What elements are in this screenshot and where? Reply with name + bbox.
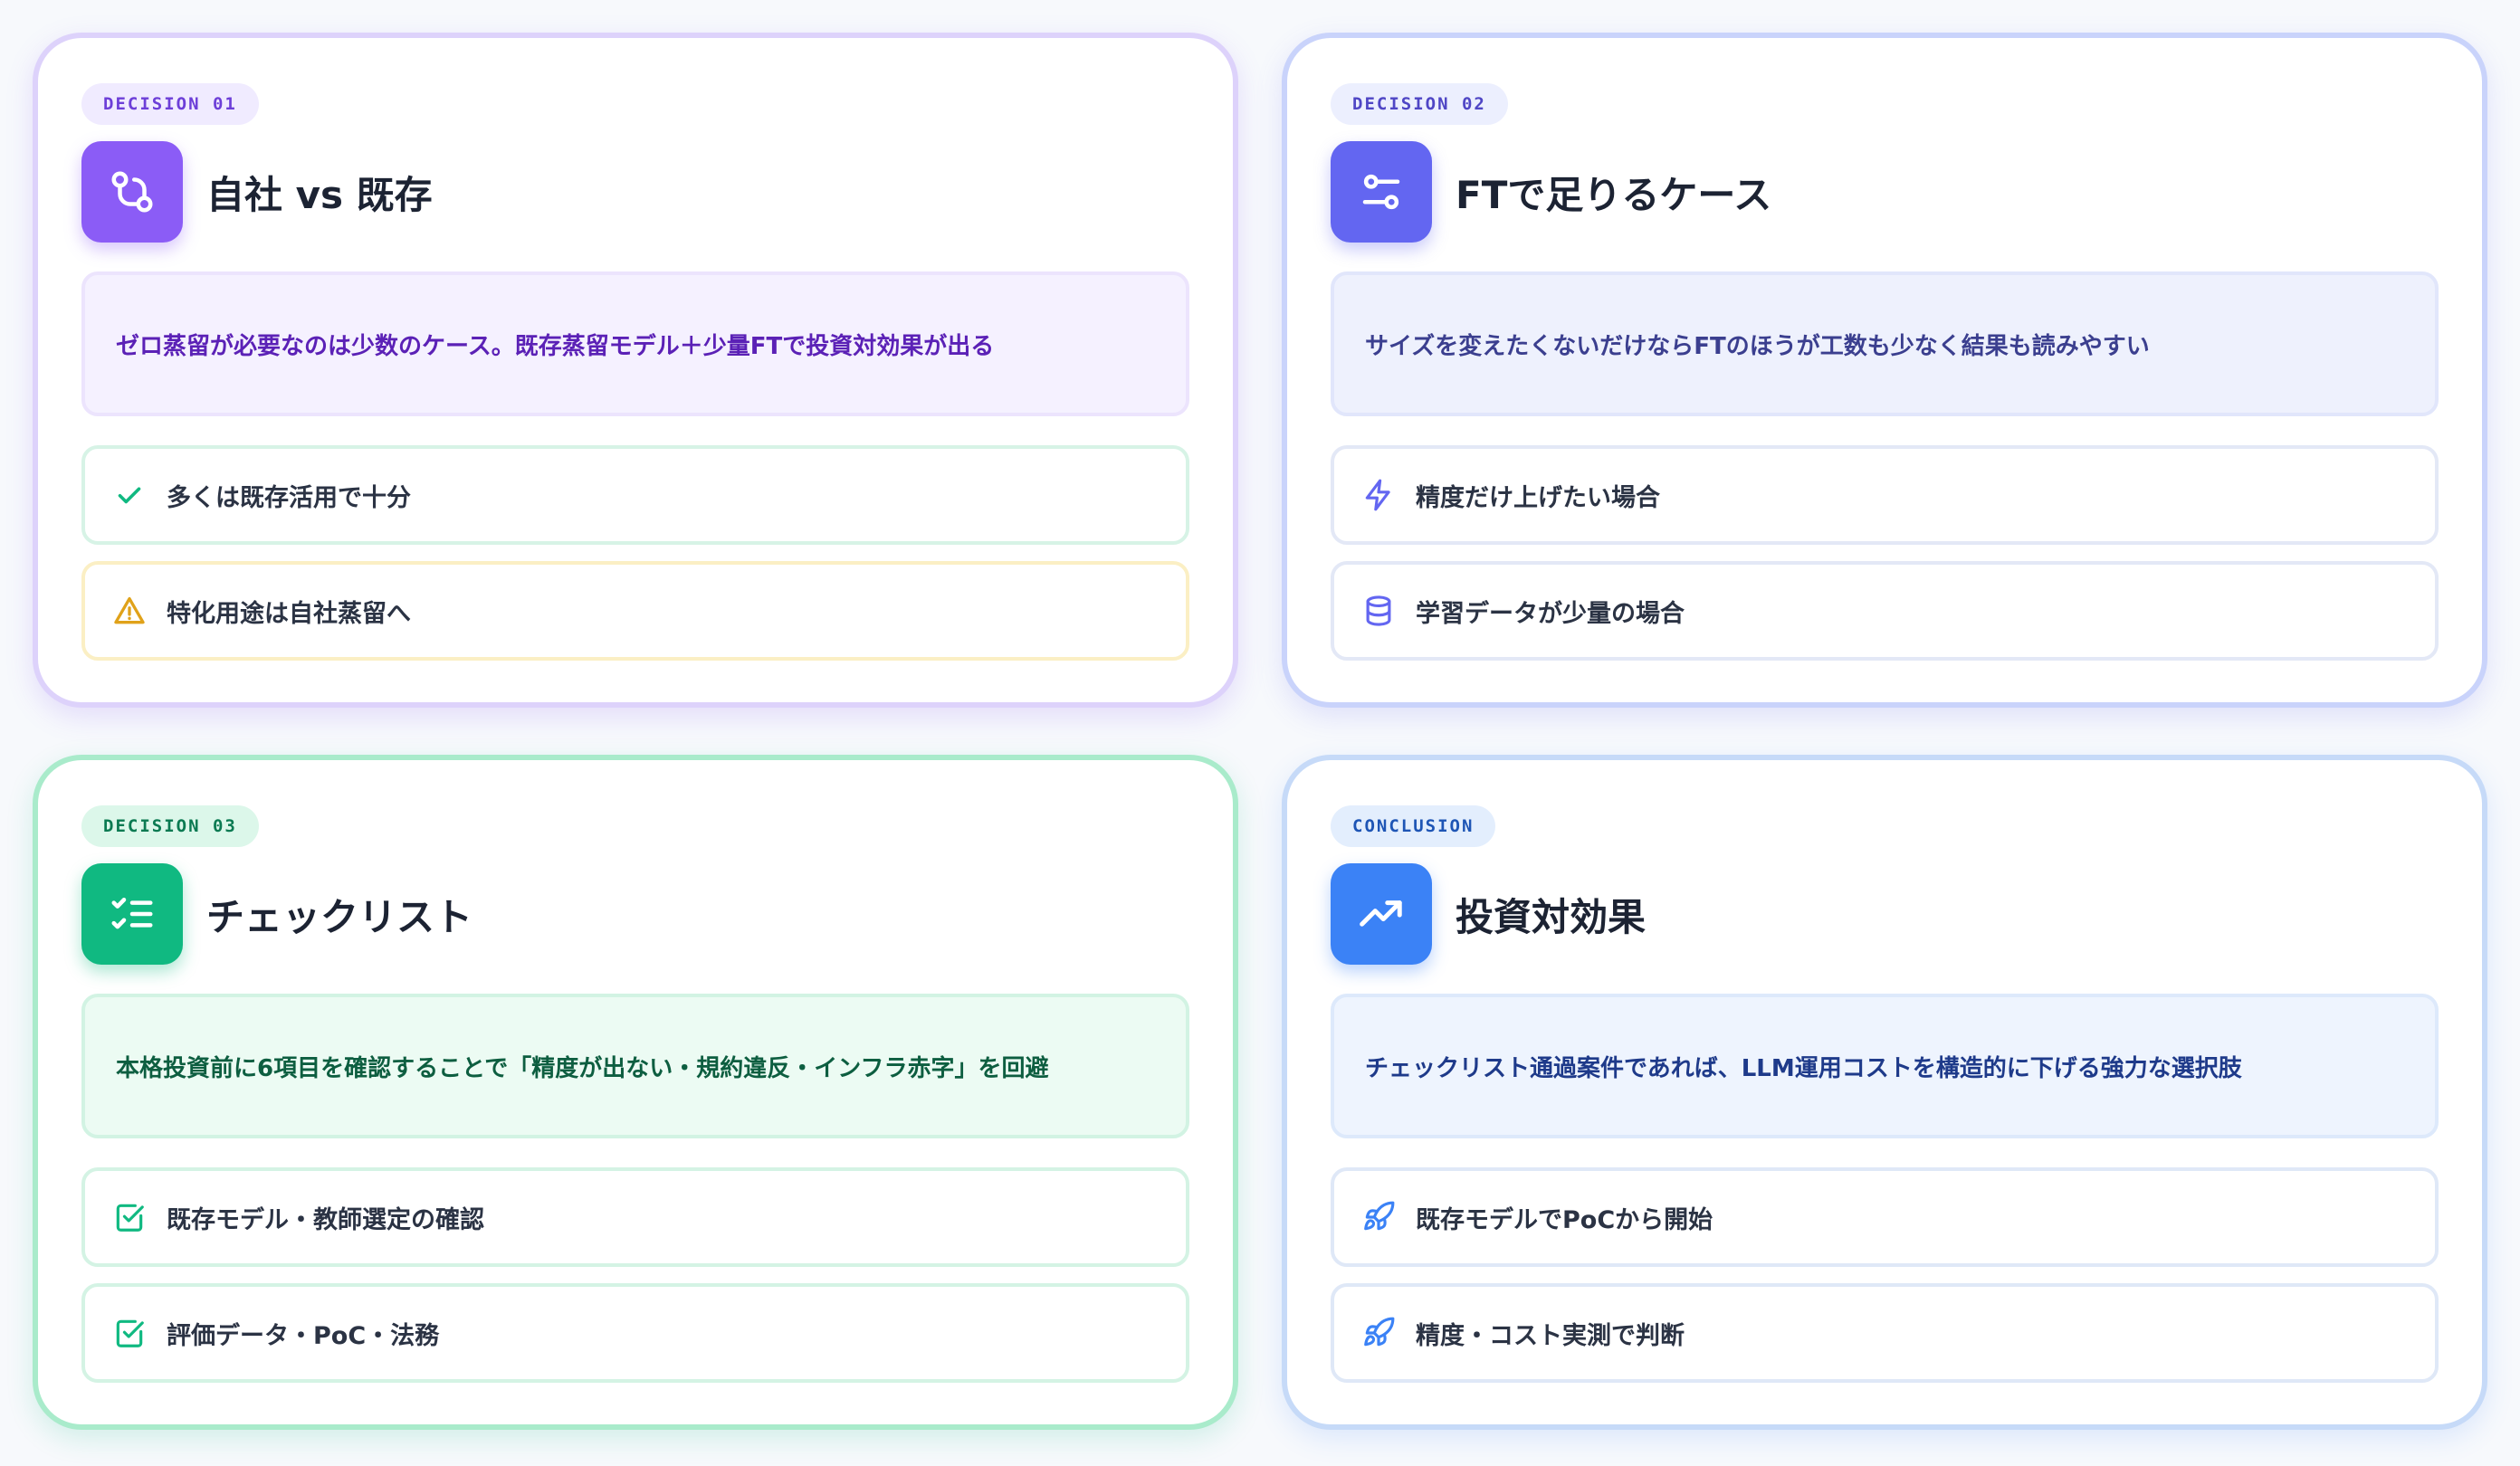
- rocket-icon: [1360, 1198, 1398, 1236]
- checkbox-icon: [110, 1198, 148, 1236]
- list-item-label: 既存モデルでPoCから開始: [1416, 1205, 1713, 1234]
- database-icon: [1360, 592, 1398, 630]
- card-summary: ゼロ蒸留が必要なのは少数のケース。既存蒸留モデル＋少量FTで投資対効果が出る: [81, 271, 1189, 416]
- list-item-label: 精度・コスト実測で判断: [1416, 1321, 1685, 1350]
- list-item-label: 評価データ・PoC・法務: [167, 1321, 440, 1350]
- decision-grid: DECISION 01 自社 vs 既存 ゼロ蒸留が必要なのは少数のケース。既存…: [0, 0, 2520, 1466]
- card-badge: DECISION 02: [1331, 83, 1508, 125]
- card-conclusion: CONCLUSION 投資対効果 チェックリスト通過案件であれば、LLM運用コス…: [1282, 755, 2487, 1430]
- list-item-label: 精度だけ上げたい場合: [1416, 483, 1660, 512]
- list-item: 評価データ・PoC・法務: [81, 1283, 1189, 1383]
- list-item: 既存モデルでPoCから開始: [1331, 1167, 2439, 1267]
- list-item: 既存モデル・教師選定の確認: [81, 1167, 1189, 1267]
- card-badge: DECISION 01: [81, 83, 259, 125]
- card-header: 自社 vs 既存: [81, 141, 1189, 243]
- rocket-icon: [1360, 1314, 1398, 1352]
- card-badge: CONCLUSION: [1331, 805, 1496, 847]
- sliders-icon: [1331, 141, 1432, 243]
- card-summary: チェックリスト通過案件であれば、LLM運用コストを構造的に下げる強力な選択肢: [1331, 994, 2439, 1138]
- list-item-label: 学習データが少量の場合: [1416, 599, 1685, 628]
- list-item: 特化用途は自社蒸留へ: [81, 561, 1189, 661]
- trending-up-icon: [1331, 863, 1432, 965]
- lightning-icon: [1360, 476, 1398, 514]
- card-summary: 本格投資前に6項目を確認することで「精度が出ない・規約違反・インフラ赤字」を回避: [81, 994, 1189, 1138]
- list-item: 学習データが少量の場合: [1331, 561, 2439, 661]
- card-header: 投資対効果: [1331, 863, 2439, 965]
- card-title: チェックリスト: [206, 894, 473, 939]
- card-header: FTで足りるケース: [1331, 141, 2439, 243]
- list-item-label: 多くは既存活用で十分: [167, 483, 411, 512]
- card-summary: サイズを変えたくないだけならFTのほうが工数も少なく結果も読みやすい: [1331, 271, 2439, 416]
- git-compare-icon: [81, 141, 183, 243]
- card-badge: DECISION 03: [81, 805, 259, 847]
- card-title: 投資対効果: [1456, 894, 1647, 939]
- warning-icon: [110, 592, 148, 630]
- card-decision-02: DECISION 02 FTで足りるケース サイズを変えたくないだけならFTのほ…: [1282, 33, 2487, 708]
- card-header: チェックリスト: [81, 863, 1189, 965]
- checkbox-icon: [110, 1314, 148, 1352]
- card-title: FTで足りるケース: [1456, 172, 1772, 217]
- list-item: 精度だけ上げたい場合: [1331, 445, 2439, 545]
- checklist-icon: [81, 863, 183, 965]
- card-decision-01: DECISION 01 自社 vs 既存 ゼロ蒸留が必要なのは少数のケース。既存…: [33, 33, 1238, 708]
- list-item-label: 特化用途は自社蒸留へ: [167, 599, 411, 628]
- card-decision-03: DECISION 03 チェックリスト 本格投資前に6項目を確認することで「精度…: [33, 755, 1238, 1430]
- list-item-label: 既存モデル・教師選定の確認: [167, 1205, 484, 1234]
- list-item: 多くは既存活用で十分: [81, 445, 1189, 545]
- card-title: 自社 vs 既存: [206, 172, 433, 217]
- check-icon: [110, 476, 148, 514]
- list-item: 精度・コスト実測で判断: [1331, 1283, 2439, 1383]
